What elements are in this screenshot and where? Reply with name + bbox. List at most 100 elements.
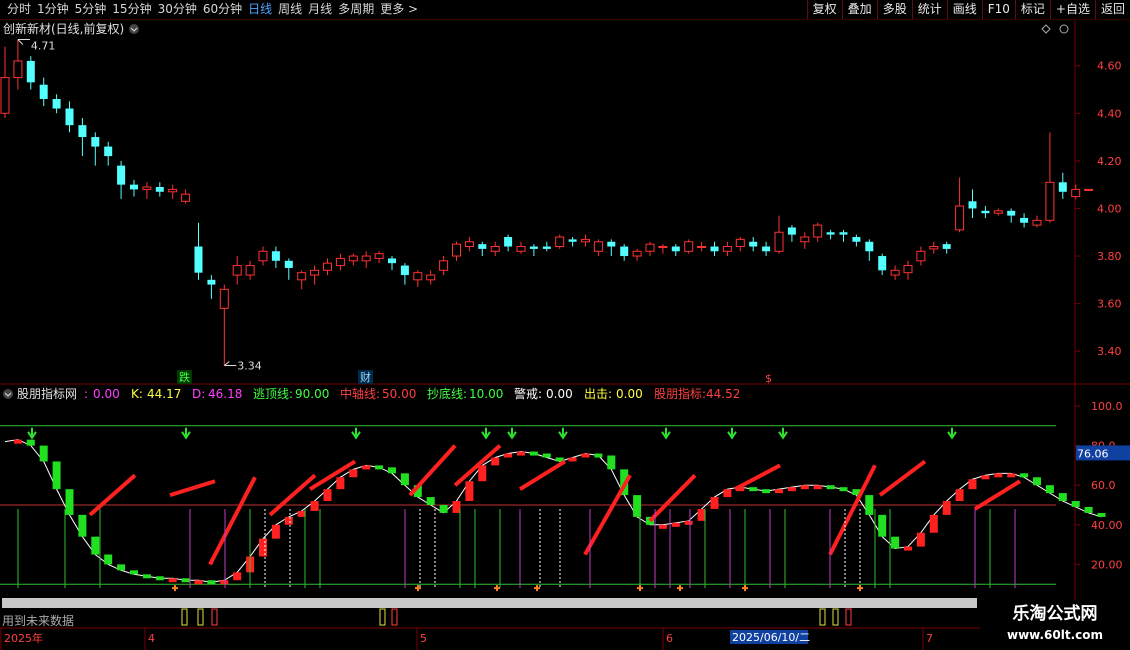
candle-body: [452, 243, 461, 257]
indicator-dropdown[interactable]: [3, 389, 13, 399]
tool-button-3[interactable]: 统计: [911, 0, 947, 19]
indicator-label: :: [84, 387, 88, 401]
date-label: 2025年: [4, 631, 43, 645]
k-bar: [581, 453, 590, 458]
candle-body: [335, 257, 345, 267]
k-bar: [1007, 473, 1016, 478]
candle-body: [65, 108, 74, 126]
candle-body: [593, 241, 603, 252]
k-bar: [1045, 485, 1054, 494]
indicator-label: 中轴线:: [340, 386, 380, 401]
k-bar: [594, 453, 603, 458]
cross-icon: [534, 585, 540, 592]
date-label: 7: [926, 632, 933, 645]
k-bar: [284, 516, 293, 525]
period-tab-5[interactable]: 60分钟: [200, 0, 245, 19]
k-bar: [271, 524, 280, 539]
period-tab-1[interactable]: 1分钟: [34, 0, 72, 19]
tool-button-4[interactable]: 画线: [946, 0, 982, 19]
candle-body: [504, 237, 513, 247]
k-bar: [826, 485, 835, 490]
candle-body: [232, 265, 242, 276]
current-value-label: 76.06: [1077, 447, 1109, 460]
k-bar: [104, 554, 113, 565]
period-tab-7[interactable]: 周线: [275, 0, 305, 19]
tool-button-2[interactable]: 多股: [876, 0, 912, 19]
circle-icon[interactable]: [1059, 24, 1069, 34]
k-bar: [542, 453, 551, 458]
candle-body: [839, 232, 848, 235]
tool-button-8[interactable]: 返回: [1094, 0, 1130, 19]
indicator-value: 0.00: [616, 387, 643, 401]
k-bar: [168, 578, 177, 583]
k-bar: [1071, 501, 1080, 507]
date-label: 5: [420, 632, 427, 645]
tool-button-7[interactable]: +自选: [1049, 0, 1095, 19]
candle-body: [388, 258, 396, 264]
candle-body: [374, 253, 384, 259]
candle-body: [749, 241, 758, 247]
candle-body: [697, 246, 707, 249]
chart-area[interactable]: 创新新材(日线,前复权) 4.60 4.40 4.20 4.00 3.80 3.60 3.40…: [0, 20, 1130, 650]
trend-segment: [878, 459, 927, 497]
candle-body: [52, 99, 61, 109]
candle-body: [529, 246, 538, 249]
period-tab-0[interactable]: 分时: [4, 0, 34, 19]
k-bar: [504, 453, 513, 458]
period-tab-6[interactable]: 日线: [245, 0, 275, 19]
indicator-value: 50.00: [382, 387, 416, 401]
signal-box: [391, 608, 398, 626]
candle-body: [310, 269, 320, 276]
tool-button-1[interactable]: 叠加: [841, 0, 877, 19]
candle-body: [684, 241, 694, 252]
watermark-logo: 乐淘公式网 www.60lt.com: [980, 600, 1130, 650]
k-bar: [52, 461, 61, 490]
trend-segment: [518, 459, 567, 491]
watermark-url: www.60lt.com: [1006, 628, 1104, 642]
candle-body: [865, 241, 874, 252]
dropdown-icon[interactable]: [129, 24, 139, 34]
diamond-icon[interactable]: [1041, 24, 1051, 34]
period-tab-10[interactable]: 更多 >: [377, 0, 421, 19]
top-toolbar: 分时 1分钟 5分钟 15分钟 30分钟 60分钟 日线 周线 月线 多周期 更多 > 复权 叠加 多股…: [0, 0, 1130, 20]
k-bar: [323, 489, 332, 502]
k-bar: [878, 514, 887, 537]
k-bar: [220, 580, 229, 585]
arrow-down-icon: [558, 427, 568, 440]
candle-body: [671, 246, 680, 252]
indicator-name: 股朋指标网: [17, 386, 77, 401]
tool-button-6[interactable]: 标记: [1014, 0, 1050, 19]
cross-icon: [742, 585, 748, 592]
k-bar: [181, 578, 190, 583]
k-bar: [78, 514, 87, 537]
k-bar: [968, 479, 977, 490]
ind-tick-label: 20.00: [1091, 558, 1123, 571]
candle-body: [620, 246, 629, 257]
k-bar: [955, 489, 964, 502]
candle-body: [78, 125, 87, 138]
period-tab-8[interactable]: 月线: [305, 0, 335, 19]
candle-body: [542, 246, 551, 249]
tool-button-5[interactable]: F10: [981, 0, 1015, 19]
period-tab-9[interactable]: 多周期: [335, 0, 377, 19]
candle-body: [942, 244, 951, 249]
tool-button-0[interactable]: 复权: [806, 0, 842, 19]
indicator-series: [0, 425, 1106, 626]
min-price-label: 3.34: [237, 359, 261, 372]
period-tab-3[interactable]: 15分钟: [109, 0, 154, 19]
candle-body: [826, 232, 835, 235]
k-bar: [194, 580, 203, 585]
period-tab-2[interactable]: 5分钟: [72, 0, 110, 19]
k-bar: [465, 481, 474, 502]
k-bar: [749, 487, 758, 492]
k-bar: [349, 469, 358, 478]
indicator-value: 44.17: [147, 387, 181, 401]
max-price-label: 4.71: [31, 40, 56, 53]
period-tab-4[interactable]: 30分钟: [155, 0, 200, 19]
candle-body: [981, 210, 990, 214]
ind-tick-label: 60.0: [1091, 479, 1116, 492]
cross-icon: [494, 585, 500, 592]
ind-tick-label: 40.00: [1091, 519, 1123, 532]
k-bar: [491, 457, 500, 466]
cross-icon: [857, 585, 863, 592]
